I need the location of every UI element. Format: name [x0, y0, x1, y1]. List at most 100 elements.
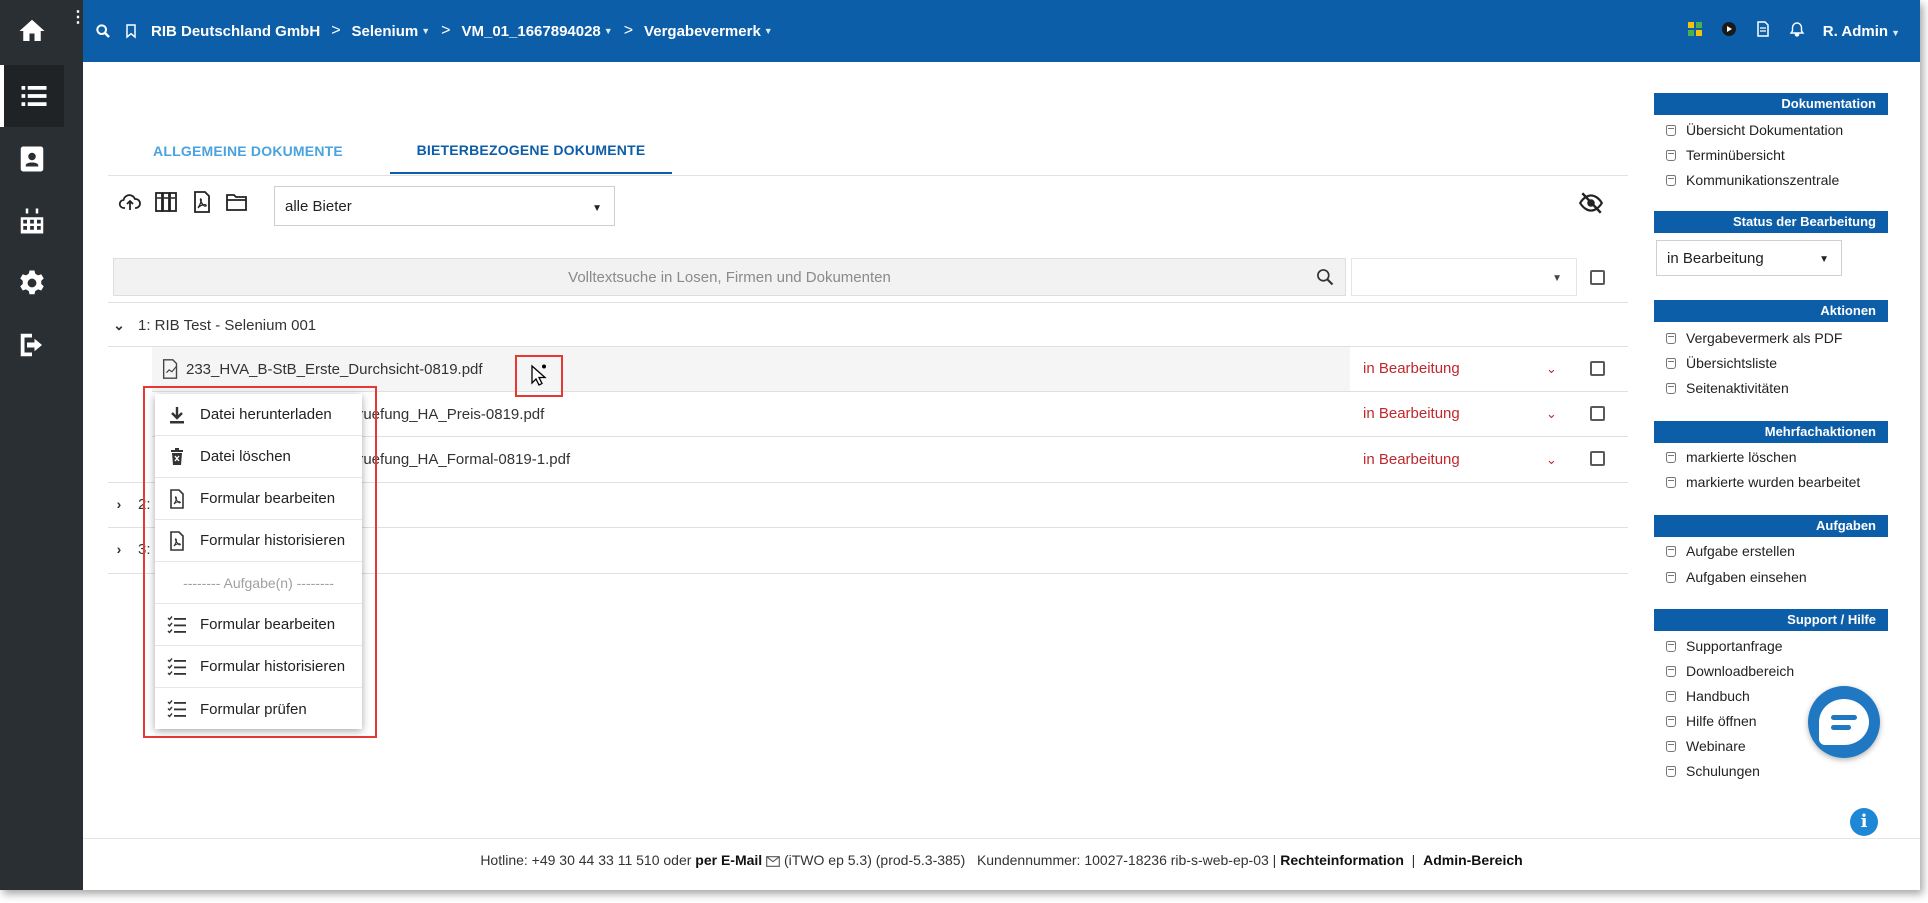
sidebar-link[interactable]: Downloadbereich	[1666, 661, 1794, 681]
breadcrumb-separator: >	[441, 22, 451, 39]
sidebar-link[interactable]: Schulungen	[1666, 761, 1760, 781]
search-icon[interactable]	[95, 23, 111, 39]
sidebar-link[interactable]: Hilfe öffnen	[1666, 711, 1757, 731]
gear-icon[interactable]	[0, 252, 64, 314]
group-label: 1: RIB Test - Selenium 001	[138, 316, 317, 334]
binders-icon[interactable]	[154, 190, 180, 214]
breadcrumb-procedure[interactable]: VM_01_1667894028 ▼	[461, 23, 612, 40]
logout-icon[interactable]	[0, 314, 64, 376]
document-icon[interactable]	[1755, 21, 1771, 41]
footer-admin-link[interactable]: Admin-Bereich	[1423, 852, 1523, 868]
bell-icon[interactable]	[1789, 21, 1805, 41]
sidebar-link[interactable]: markierte wurden bearbeitet	[1666, 472, 1860, 492]
eye-off-icon[interactable]	[1578, 190, 1604, 214]
sidebar-link[interactable]: Aufgaben einsehen	[1666, 567, 1807, 587]
document-row-1[interactable]: 233_HVA_B-StB_Erste_Durchsicht-0819.pdf	[160, 347, 483, 391]
contacts-icon[interactable]	[0, 128, 64, 190]
sidebar-link[interactable]: Übersichtsliste	[1666, 353, 1777, 373]
bullet-icon	[1666, 357, 1676, 369]
bidder-filter-select[interactable]: alle Bieter ▼	[274, 186, 615, 226]
cloud-upload-icon[interactable]	[118, 190, 144, 214]
play-icon[interactable]	[1721, 21, 1737, 41]
breadcrumb-project[interactable]: Selenium ▼	[352, 23, 431, 40]
document-row-3[interactable]: pruefung_HA_Formal-0819-1.pdf	[350, 437, 570, 481]
status-select-value: in Bearbeitung	[1667, 249, 1764, 267]
caret-down-icon: ▼	[421, 26, 431, 36]
checklist-icon	[167, 700, 186, 718]
folder-open-icon[interactable]	[225, 190, 251, 214]
sidebar-link[interactable]: Terminübersicht	[1666, 145, 1785, 165]
sidebar-link-label: Webinare	[1686, 738, 1746, 754]
menu-item-historize-form[interactable]: Formular historisieren	[155, 520, 362, 562]
trash-icon	[171, 448, 183, 465]
info-icon[interactable]: i	[1850, 808, 1878, 836]
list-icon[interactable]	[0, 65, 64, 127]
document-row-2[interactable]: pruefung_HA_Preis-0819.pdf	[350, 392, 544, 436]
chevron-down-icon[interactable]: ⌄	[1546, 406, 1557, 422]
sidebar-link[interactable]: Aufgabe erstellen	[1666, 541, 1795, 561]
pdf-file-icon	[170, 531, 184, 551]
processing-status-select[interactable]: in Bearbeitung ▼	[1656, 240, 1842, 276]
calendar-icon[interactable]	[0, 190, 64, 252]
breadcrumb-page[interactable]: Vergabevermerk ▼	[644, 23, 773, 40]
chevron-down-icon[interactable]: ⌄	[1546, 452, 1557, 468]
menu-item-label: Datei löschen	[200, 448, 291, 465]
menu-item-label: Datei herunterladen	[200, 406, 332, 423]
fulltext-search-input[interactable]: Volltextsuche in Losen, Firmen und Dokum…	[113, 258, 1346, 296]
pdf-file-icon[interactable]	[190, 190, 216, 214]
sidebar-link[interactable]: Vergabevermerk als PDF	[1666, 328, 1842, 348]
search-icon[interactable]	[1315, 267, 1335, 287]
document-name[interactable]: 233_HVA_B-StB_Erste_Durchsicht-0819.pdf	[186, 361, 483, 378]
menu-item-edit-form[interactable]: Formular bearbeiten	[155, 478, 362, 520]
status-filter-select[interactable]: ▼	[1351, 258, 1577, 296]
row-checkbox[interactable]	[1590, 451, 1605, 466]
sidebar-link[interactable]: Übersicht Dokumentation	[1666, 120, 1843, 140]
footer-separator: |	[1411, 852, 1416, 868]
breadcrumb-project-label: Selenium	[351, 22, 419, 40]
sidebar-link-label: Seitenaktivitäten	[1686, 380, 1789, 396]
checklist-icon	[167, 658, 186, 676]
sidebar-link-label: Aufgabe erstellen	[1686, 543, 1795, 559]
bullet-icon	[1666, 149, 1676, 161]
caret-down-icon: ▼	[592, 203, 602, 214]
menu-item-task-historize-form[interactable]: Formular historisieren	[155, 646, 362, 688]
bullet-icon	[1666, 332, 1676, 344]
chevron-down-icon[interactable]: ⌄	[1546, 361, 1557, 377]
select-all-checkbox[interactable]	[1590, 270, 1605, 285]
footer: Hotline: +49 30 44 33 11 510 oder per E-…	[83, 852, 1920, 872]
bookmark-icon[interactable]	[123, 23, 139, 39]
menu-item-delete[interactable]: Datei löschen	[155, 436, 362, 478]
sidebar-link[interactable]: Seitenaktivitäten	[1666, 378, 1789, 398]
sidebar-link-label: Handbuch	[1686, 688, 1750, 704]
document-name[interactable]: pruefung_HA_Preis-0819.pdf	[350, 406, 544, 423]
chat-icon[interactable]	[1808, 686, 1880, 758]
document-name[interactable]: pruefung_HA_Formal-0819-1.pdf	[350, 451, 570, 468]
home-icon[interactable]	[0, 0, 64, 62]
breadcrumb-company[interactable]: RIB Deutschland GmbH	[151, 23, 320, 40]
sidebar-link[interactable]: markierte löschen	[1666, 447, 1797, 467]
sidebar-link[interactable]: Supportanfrage	[1666, 636, 1783, 656]
tab-allgemeine-dokumente[interactable]: ALLGEMEINE DOKUMENTE	[108, 128, 388, 174]
sidebar-link-label: Terminübersicht	[1686, 147, 1785, 163]
chevron-right-icon[interactable]: ›	[108, 496, 130, 512]
row-checkbox[interactable]	[1590, 406, 1605, 421]
menu-item-download[interactable]: Datei herunterladen	[155, 394, 362, 436]
apps-icon[interactable]	[1687, 21, 1703, 41]
footer-email-link[interactable]: per E-Mail	[695, 852, 762, 868]
tab-bieterbezogene-dokumente[interactable]: BIETERBEZOGENE DOKUMENTE	[390, 128, 672, 174]
row-checkbox[interactable]	[1590, 361, 1605, 376]
caret-down-icon: ▼	[1819, 254, 1829, 265]
menu-item-task-edit-form[interactable]: Formular bearbeiten	[155, 604, 362, 646]
group-row-1[interactable]: ⌄ 1: RIB Test - Selenium 001	[108, 305, 316, 345]
sidebar-link-label: Kommunikationszentrale	[1686, 172, 1840, 188]
caret-down-icon: ▼	[603, 26, 613, 36]
sidebar-link[interactable]: Handbuch	[1666, 686, 1750, 706]
chevron-right-icon[interactable]: ›	[108, 541, 130, 557]
sidebar-link[interactable]: Kommunikationszentrale	[1666, 170, 1839, 190]
user-menu[interactable]: R. Admin ▼	[1823, 23, 1900, 40]
sidebar-link-label: markierte löschen	[1686, 449, 1797, 465]
chevron-down-icon[interactable]: ⌄	[108, 317, 130, 334]
sidebar-link[interactable]: Webinare	[1666, 736, 1746, 756]
menu-item-task-check-form[interactable]: Formular prüfen	[155, 688, 362, 730]
footer-legal-link[interactable]: Rechteinformation	[1280, 852, 1404, 868]
